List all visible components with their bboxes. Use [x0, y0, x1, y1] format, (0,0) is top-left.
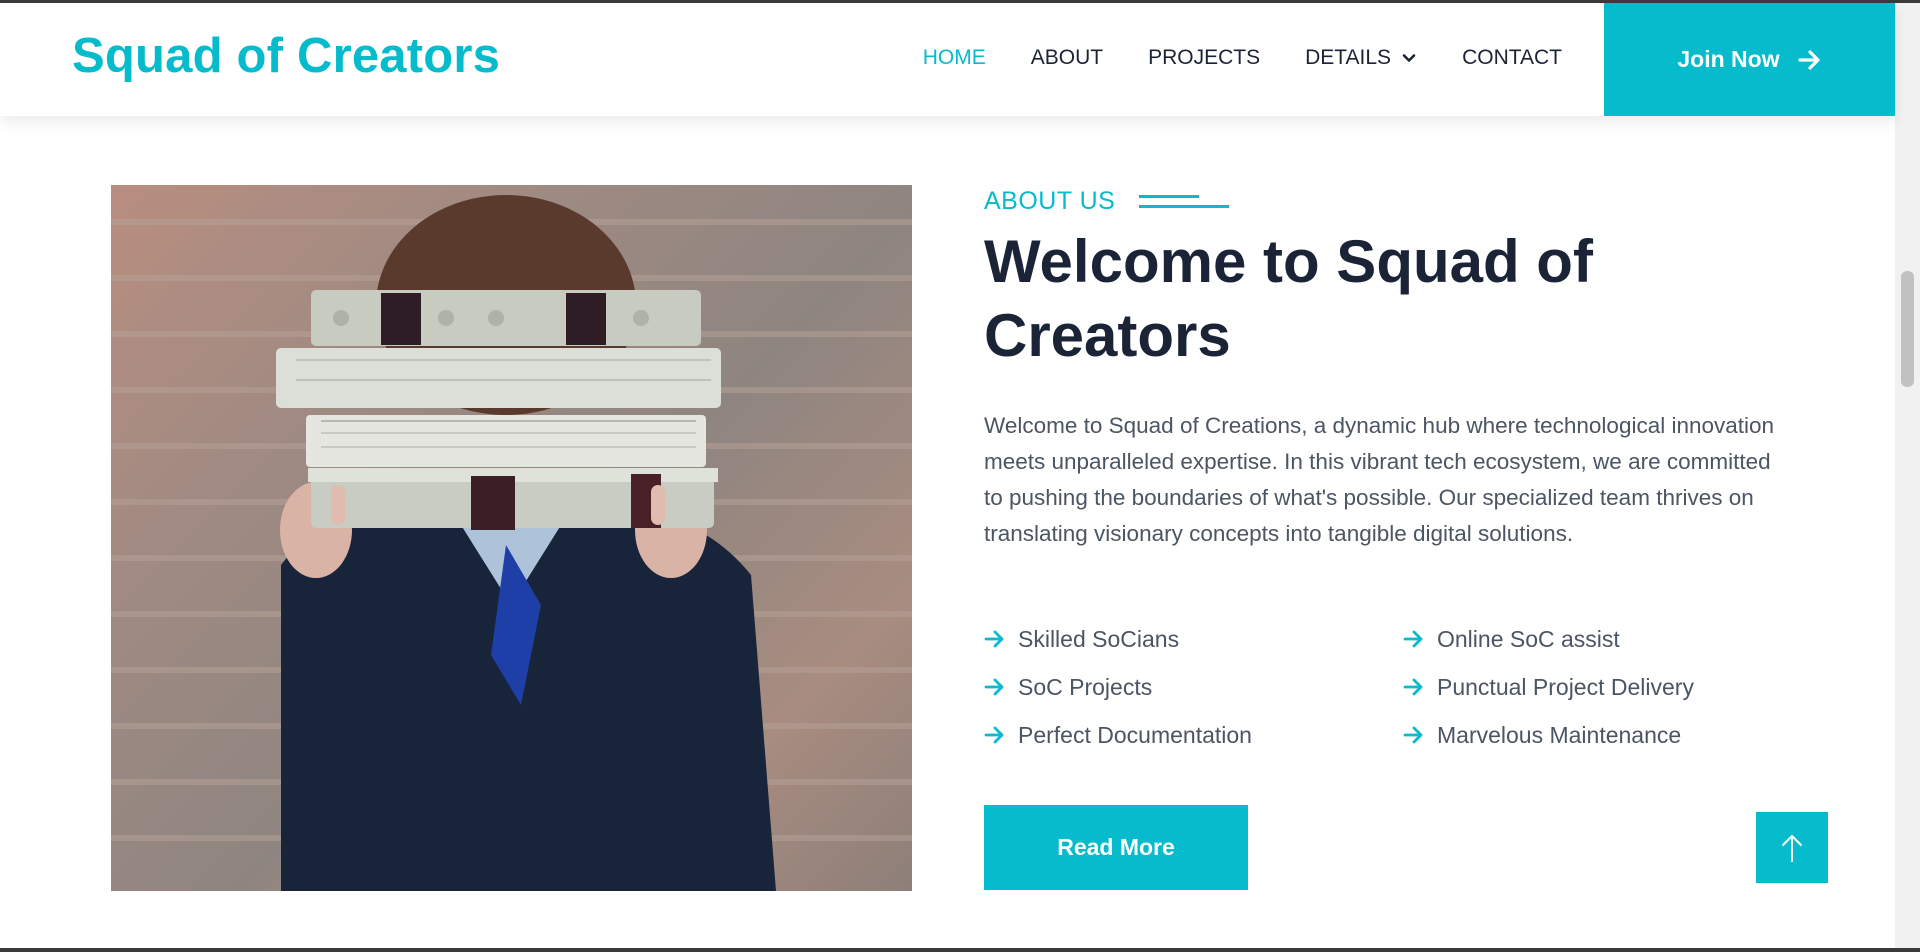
nav-details[interactable]: DETAILS — [1305, 46, 1417, 70]
feature-item: Skilled SoCians — [984, 623, 1403, 655]
arrow-up-icon — [1782, 834, 1802, 862]
feature-item: SoC Projects — [984, 671, 1403, 703]
arrow-right-icon — [984, 630, 1004, 648]
person-holding-books-illustration — [276, 195, 776, 891]
feature-item: Perfect Documentation — [984, 719, 1403, 751]
read-more-button[interactable]: Read More — [984, 805, 1248, 890]
nav-contact[interactable]: CONTACT — [1462, 46, 1562, 70]
window-bottom-border — [0, 948, 1920, 952]
chevron-down-icon — [1402, 54, 1416, 62]
feature-label: Punctual Project Delivery — [1437, 673, 1694, 700]
arrow-right-icon — [984, 678, 1004, 696]
about-kicker: ABOUT US — [984, 187, 1230, 216]
join-now-button[interactable]: Join Now — [1604, 3, 1895, 116]
scrollbar-thumb[interactable] — [1901, 271, 1914, 387]
arrow-right-icon — [1403, 630, 1423, 648]
about-image — [111, 185, 912, 891]
navbar: Squad of Creators HOME ABOUT PROJECTS DE… — [0, 3, 1895, 116]
brand-logo[interactable]: Squad of Creators — [72, 28, 500, 84]
nav-projects[interactable]: PROJECTS — [1148, 46, 1260, 70]
feature-label: Marvelous Maintenance — [1437, 721, 1682, 748]
arrow-right-icon — [1403, 678, 1423, 696]
back-to-top-button[interactable] — [1756, 812, 1828, 883]
nav-about[interactable]: ABOUT — [1031, 46, 1103, 70]
join-now-label: Join Now — [1677, 46, 1780, 72]
feature-list: Skilled SoCians Online SoC assist SoC Pr… — [984, 623, 1824, 751]
arrow-right-icon — [984, 726, 1004, 744]
feature-label: Perfect Documentation — [1018, 721, 1252, 748]
feature-item: Marvelous Maintenance — [1403, 719, 1822, 751]
arrow-right-icon — [1798, 49, 1820, 70]
kicker-decoration — [1139, 191, 1230, 213]
about-heading: Welcome to Squad of Creators — [984, 228, 1593, 369]
nav-details-label: DETAILS — [1305, 46, 1392, 69]
about-kicker-label: ABOUT US — [984, 187, 1116, 215]
main-nav: HOME ABOUT PROJECTS DETAILS CONTACT — [923, 46, 1562, 70]
nav-home[interactable]: HOME — [923, 46, 986, 70]
feature-label: Online SoC assist — [1437, 625, 1620, 652]
arrow-right-icon — [1403, 726, 1423, 744]
feature-label: Skilled SoCians — [1018, 625, 1180, 652]
about-description: Welcome to Squad of Creations, a dynamic… — [984, 413, 1775, 546]
feature-item: Punctual Project Delivery — [1403, 671, 1822, 703]
feature-item: Online SoC assist — [1403, 623, 1822, 655]
page-scrollbar[interactable] — [1895, 3, 1920, 952]
feature-label: SoC Projects — [1018, 673, 1153, 700]
